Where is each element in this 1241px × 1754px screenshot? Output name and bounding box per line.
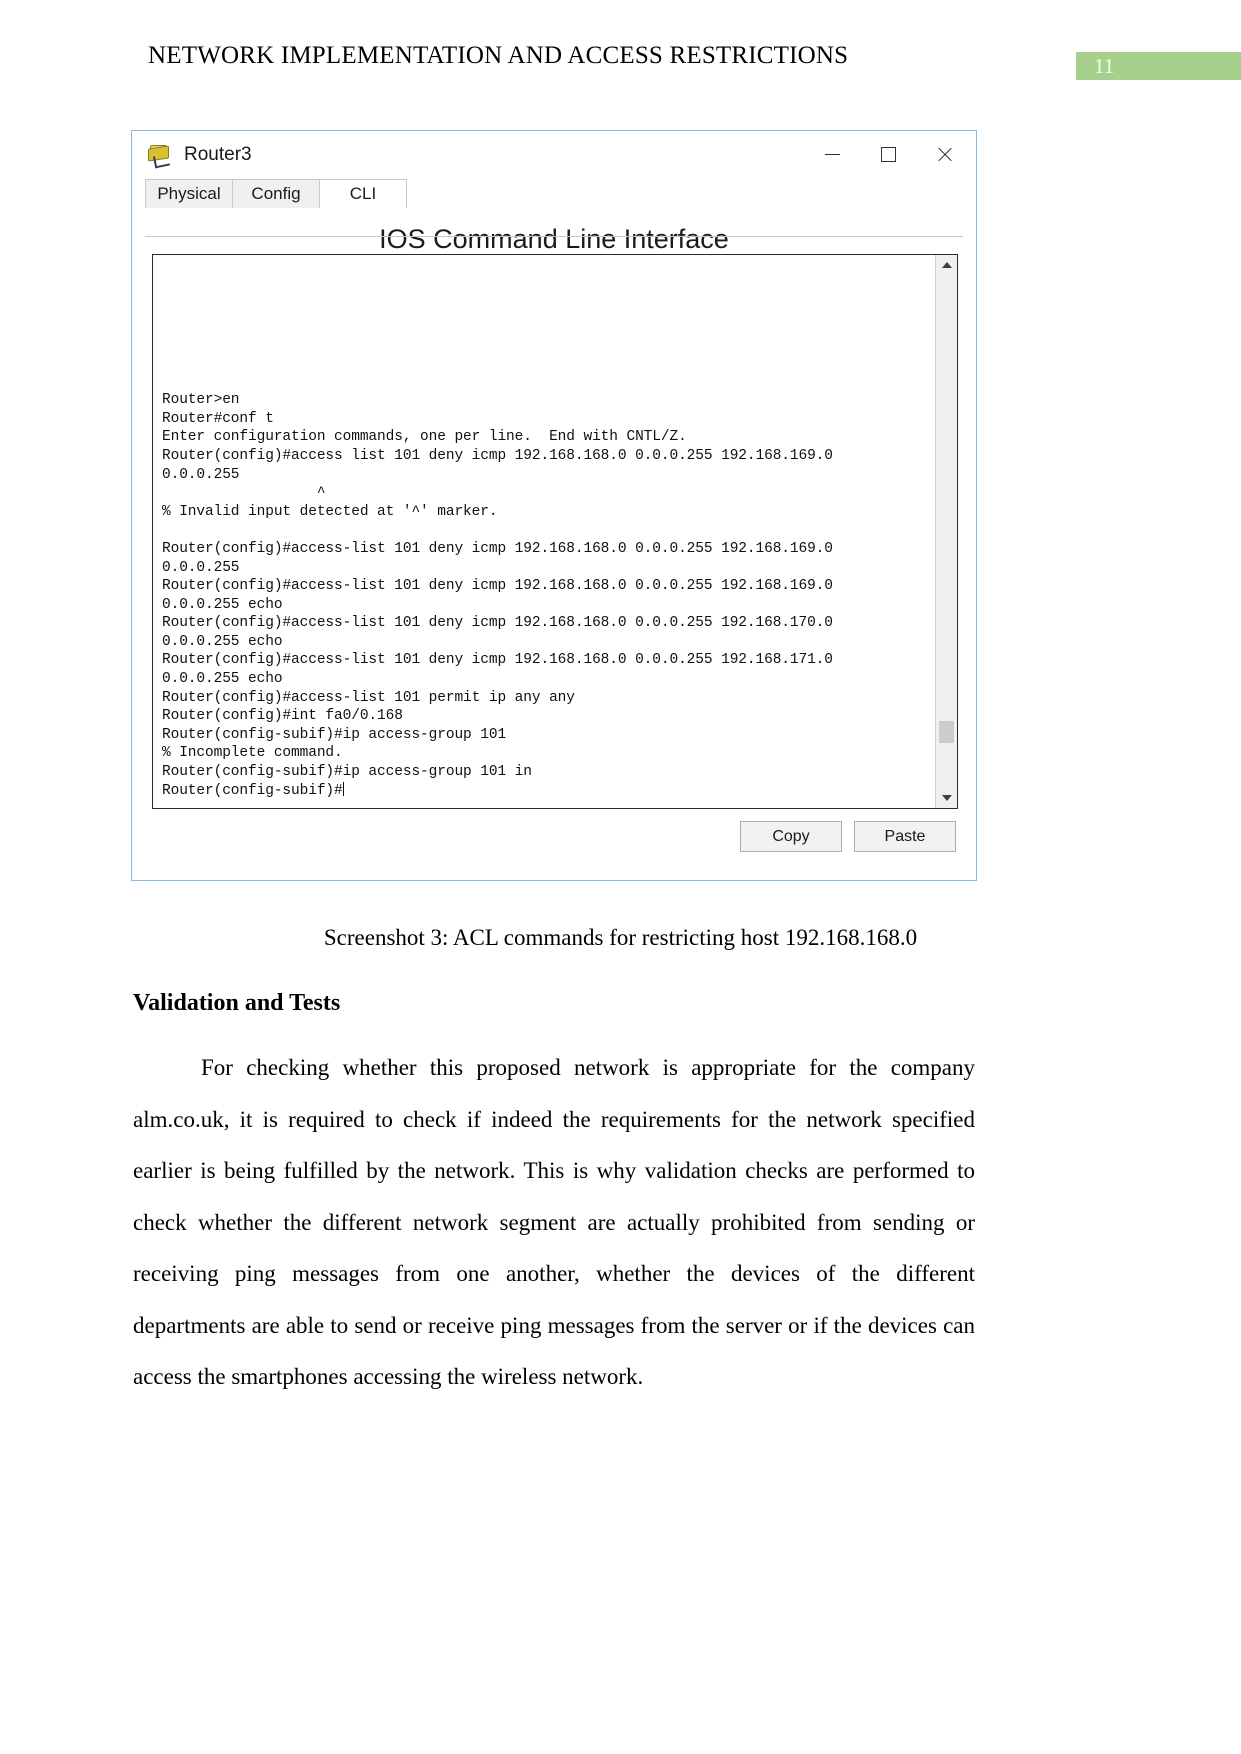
- close-button[interactable]: [916, 131, 972, 178]
- cli-terminal[interactable]: Router>en Router#conf t Enter configuratio…: [152, 254, 958, 809]
- cli-cursor: [342, 781, 344, 796]
- cli-scrollbar[interactable]: [935, 255, 957, 808]
- cli-line: Router#conf t: [162, 410, 274, 427]
- maximize-icon: [880, 147, 896, 162]
- cli-action-buttons: Copy Paste: [740, 821, 956, 852]
- cli-line: Router(config)#access-list 101 deny icmp…: [162, 540, 833, 557]
- window-tabs: Physical Config CLI: [145, 178, 976, 208]
- cli-line: 0.0.0.255 echo: [162, 633, 283, 650]
- cli-line: [162, 298, 927, 317]
- tab-physical[interactable]: Physical: [145, 179, 233, 208]
- cli-output-text[interactable]: Router>en Router#conf t Enter configuratio…: [153, 255, 935, 808]
- cli-line: ^: [162, 485, 326, 502]
- scrollbar-thumb[interactable]: [939, 721, 954, 743]
- minimize-icon: [824, 154, 840, 155]
- page-number: 11: [1094, 54, 1115, 78]
- close-icon: [936, 146, 953, 163]
- window-controls: [804, 131, 972, 178]
- paste-button[interactable]: Paste: [854, 821, 956, 852]
- body-paragraph: For checking whether this proposed netwo…: [133, 1055, 975, 1389]
- cli-line: Enter configuration commands, one per li…: [162, 429, 687, 446]
- scroll-down-icon[interactable]: [936, 788, 957, 808]
- window-title: Router3: [184, 143, 252, 165]
- cli-line: Router(config)#int fa0/0.168: [162, 708, 403, 725]
- maximize-button[interactable]: [860, 131, 916, 178]
- cli-line: 0.0.0.255: [162, 559, 240, 576]
- figure-caption: Screenshot 3: ACL commands for restricti…: [323, 925, 918, 950]
- cli-line: [162, 521, 927, 540]
- cli-heading: IOS Command Line Interface: [379, 224, 729, 254]
- page-number-banner: 11: [1076, 52, 1241, 80]
- header-title: NETWORK IMPLEMENTATION AND ACCESS RESTRI…: [148, 42, 849, 69]
- router-icon: [146, 144, 172, 168]
- cli-line: Router>en: [162, 392, 240, 409]
- tabs-divider: [145, 236, 963, 237]
- tab-config[interactable]: Config: [232, 179, 320, 208]
- cli-line: [162, 354, 927, 373]
- cli-line: [162, 317, 927, 336]
- cli-line: Router(config)#access-list 101 deny icmp…: [162, 615, 833, 632]
- minimize-button[interactable]: [804, 131, 860, 178]
- cli-line: % Incomplete command.: [162, 745, 343, 762]
- page-header: NETWORK IMPLEMENTATION AND ACCESS RESTRI…: [0, 42, 1241, 74]
- cli-line: [162, 280, 927, 299]
- cli-line: 0.0.0.255: [162, 466, 240, 483]
- copy-button[interactable]: Copy: [740, 821, 842, 852]
- cli-line: Router(config)#access-list 101 deny icmp…: [162, 578, 833, 595]
- cli-line: 0.0.0.255 echo: [162, 671, 283, 688]
- cli-line: Router(config)#access-list 101 permit ip…: [162, 689, 575, 706]
- cli-line: [162, 373, 927, 392]
- scroll-up-icon[interactable]: [936, 255, 957, 275]
- cli-prompt-line: Router(config-subif)#: [162, 781, 344, 799]
- cli-line: Router(config-subif)#ip access-group 101…: [162, 764, 532, 781]
- cli-line: Router(config)#access list 101 deny icmp…: [162, 447, 833, 464]
- router-cli-window: Router3 Physical Config CLI IOS Command …: [131, 130, 977, 881]
- cli-line: Router(config)#access-list 101 deny icmp…: [162, 652, 833, 669]
- cli-line: 0.0.0.255 echo: [162, 596, 283, 613]
- section-heading: Validation and Tests: [133, 990, 341, 1016]
- cli-line: [162, 261, 927, 280]
- cli-line: [162, 335, 927, 354]
- cli-line: % Invalid input detected at '^' marker.: [162, 503, 498, 520]
- cli-line: Router(config-subif)#ip access-group 101: [162, 726, 507, 743]
- tab-cli[interactable]: CLI: [319, 179, 407, 208]
- window-titlebar: Router3: [132, 131, 976, 178]
